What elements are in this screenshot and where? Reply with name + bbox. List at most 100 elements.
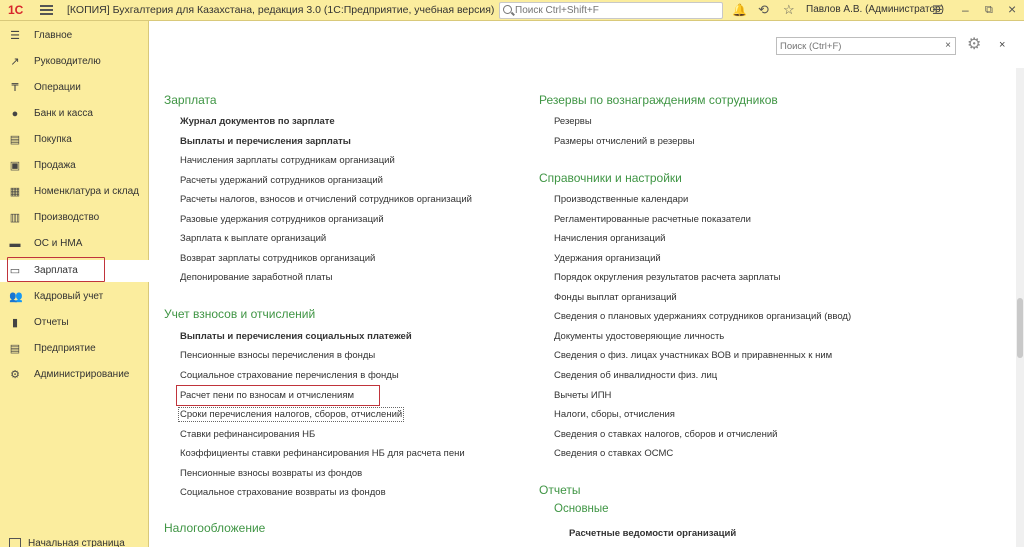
link-social-insurance-transfers[interactable]: Социальное страхование перечисления в фо… — [180, 370, 399, 381]
app-logo-icon: 1С — [8, 3, 24, 17]
bag-icon: ▣ — [9, 160, 21, 172]
link-deductions-calc[interactable]: Расчеты удержаний сотрудников организаци… — [180, 175, 383, 186]
trend-icon: ↗ — [10, 56, 20, 68]
link-reserves[interactable]: Резервы — [554, 116, 592, 127]
window-title: [КОПИЯ] Бухгалтерия для Казахстана, реда… — [67, 4, 495, 16]
sidebar-item-salary[interactable]: ▭ Зарплата — [0, 257, 149, 282]
link-org-deductions[interactable]: Удержания организаций — [554, 253, 661, 264]
section-title-salary: Зарплата — [164, 93, 217, 107]
factory-icon: ▥ — [9, 212, 21, 224]
people-icon: 👥 — [9, 291, 23, 303]
close-icon[interactable]: × — [1008, 2, 1016, 16]
link-salary-journal[interactable]: Журнал документов по зарплате — [180, 116, 335, 127]
current-user[interactable]: Павлов А.В. (Администратор) — [806, 4, 944, 15]
link-reserve-sizes[interactable]: Размеры отчислений в резервы — [554, 136, 695, 147]
minimize-icon[interactable]: – — [962, 3, 969, 17]
link-rounding-order[interactable]: Порядок округления результатов расчета з… — [554, 272, 780, 283]
grid-icon: ▦ — [9, 186, 21, 198]
sidebar-item-label: Покупка — [34, 134, 72, 145]
link-org-accruals[interactable]: Начисления организаций — [554, 233, 665, 244]
sidebar-item-production[interactable]: ▥ Производство — [0, 207, 149, 229]
list-icon: ☰ — [10, 30, 20, 42]
sidebar-item-hr[interactable]: 👥 Кадровый учет — [0, 286, 149, 308]
sidebar-item-purchase[interactable]: ▤ Покупка — [0, 129, 149, 151]
link-tax-rates[interactable]: Сведения о ставках налогов, сборов и отч… — [554, 429, 777, 440]
restore-icon[interactable]: ⧉ — [985, 3, 993, 17]
bell-icon[interactable]: 🔔 — [732, 3, 747, 17]
sidebar-item-assets[interactable]: ▬ ОС и НМА — [0, 233, 149, 255]
link-salary-payments[interactable]: Выплаты и перечисления зарплаты — [180, 136, 351, 147]
sidebar-item-label: ОС и НМА — [34, 238, 83, 249]
home-icon — [9, 538, 21, 547]
global-search-input[interactable] — [515, 4, 715, 17]
sidebar-item-label: Отчеты — [34, 317, 69, 328]
clear-search-icon[interactable]: × — [945, 40, 951, 51]
vertical-scrollbar[interactable] — [1016, 68, 1024, 547]
sidebar-item-sales[interactable]: ▣ Продажа — [0, 155, 149, 177]
link-refinancing-coefficients[interactable]: Коэффициенты ставки рефинансирования НБ … — [180, 448, 465, 459]
star-icon[interactable]: ☆ — [783, 3, 795, 17]
link-salary-return[interactable]: Возврат зарплаты сотрудников организаций — [180, 253, 375, 264]
scrollbar-thumb[interactable] — [1017, 298, 1023, 358]
link-payment-funds[interactable]: Фонды выплат организаций — [554, 292, 677, 303]
sidebar-item-operations[interactable]: ₸ Операции — [0, 77, 149, 99]
section-search[interactable]: × — [776, 37, 956, 55]
link-taxes-fees[interactable]: Налоги, сборы, отчисления — [554, 409, 675, 420]
home-tab-label: Начальная страница — [28, 538, 125, 547]
sidebar-item-admin[interactable]: ⚙ Администрирование — [0, 364, 149, 386]
sidebar-item-label: Операции — [34, 82, 81, 93]
link-taxes-calc[interactable]: Расчеты налогов, взносов и отчислений со… — [180, 194, 472, 205]
building-icon: ▤ — [9, 343, 21, 355]
main-menu-icon[interactable] — [40, 5, 53, 15]
sidebar-item-enterprise[interactable]: ▤ Предприятие — [0, 338, 149, 360]
link-penalty-calc[interactable]: Расчет пени по взносам и отчислениям — [180, 390, 354, 401]
subsection-title-main-reports: Основные — [554, 503, 609, 515]
link-veterans-info[interactable]: Сведения о физ. лицах участниках ВОВ и п… — [554, 350, 832, 361]
settings-gear-icon[interactable]: ⚙ — [967, 37, 981, 53]
sidebar-item-label: Номенклатура и склад — [34, 186, 139, 197]
link-social-insurance-refunds[interactable]: Социальное страхование возвраты из фондо… — [180, 487, 386, 498]
sidebar-item-label: Кадровый учет — [34, 291, 104, 302]
global-search[interactable] — [499, 2, 723, 19]
sidebar-item-label: Руководителю — [34, 56, 101, 67]
link-salary-to-pay[interactable]: Зарплата к выплате организаций — [180, 233, 326, 244]
link-regulated-indicators[interactable]: Регламентированные расчетные показатели — [554, 214, 751, 225]
section-title-contributions: Учет взносов и отчислений — [164, 307, 316, 321]
link-pension-refunds[interactable]: Пенсионные взносы возвраты из фондов — [180, 468, 362, 479]
sidebar-item-manager[interactable]: ↗ Руководителю — [0, 51, 149, 73]
sidebar-item-bank[interactable]: ● Банк и касса — [0, 103, 149, 125]
sidebar-item-main[interactable]: ☰ Главное — [0, 25, 149, 47]
menu-icon[interactable]: ☰ — [932, 3, 943, 17]
sidebar: ☰ Главное ↗ Руководителю ₸ Операции ● Банк и… — [0, 21, 149, 547]
link-social-payments[interactable]: Выплаты и перечисления социальных платеж… — [180, 331, 412, 342]
link-id-documents[interactable]: Документы удостоверяющие личность — [554, 331, 724, 342]
link-pension-transfers[interactable]: Пенсионные взносы перечисления в фонды — [180, 350, 375, 361]
link-disability-info[interactable]: Сведения об инвалидности физ. лиц — [554, 370, 717, 381]
link-planned-deductions[interactable]: Сведения о плановых удержаниях сотрудник… — [554, 311, 851, 322]
close-section-icon[interactable]: × — [999, 39, 1005, 51]
section-title-reports: Отчеты — [539, 483, 581, 497]
link-calendars[interactable]: Производственные календари — [554, 194, 688, 205]
sidebar-item-warehouse[interactable]: ▦ Номенклатура и склад — [0, 181, 149, 203]
search-icon — [503, 5, 512, 14]
link-osms-rates[interactable]: Сведения о ставках ОСМС — [554, 448, 673, 459]
link-transfer-deadlines[interactable]: Сроки перечисления налогов, сборов, отчи… — [177, 407, 405, 422]
section-search-input[interactable] — [780, 40, 940, 52]
wallet-icon: ▭ — [9, 265, 21, 277]
link-salary-deposit[interactable]: Депонирование заработной платы — [180, 272, 332, 283]
sidebar-item-reports[interactable]: ▮ Отчеты — [0, 312, 149, 334]
cart-icon: ▤ — [9, 134, 21, 146]
section-title-references: Справочники и настройки — [539, 171, 682, 185]
sidebar-item-label: Предприятие — [34, 343, 96, 354]
home-page-tab[interactable]: Начальная страница — [0, 536, 149, 547]
link-ipn-deductions[interactable]: Вычеты ИПН — [554, 390, 611, 401]
link-refinancing-rates[interactable]: Ставки рефинансирования НБ — [180, 429, 315, 440]
link-salary-accruals[interactable]: Начисления зарплаты сотрудникам организа… — [180, 155, 395, 166]
history-icon[interactable]: ⟲ — [758, 3, 769, 17]
sidebar-item-label: Банк и касса — [34, 108, 93, 119]
section-title-taxation: Налогообложение — [164, 521, 266, 535]
link-one-time-deductions[interactable]: Разовые удержания сотрудников организаци… — [180, 214, 384, 225]
title-bar: 1С [КОПИЯ] Бухгалтерия для Казахстана, р… — [0, 0, 1024, 21]
link-payroll-sheets[interactable]: Расчетные ведомости организаций — [569, 528, 736, 539]
truck-icon: ▬ — [9, 238, 21, 250]
